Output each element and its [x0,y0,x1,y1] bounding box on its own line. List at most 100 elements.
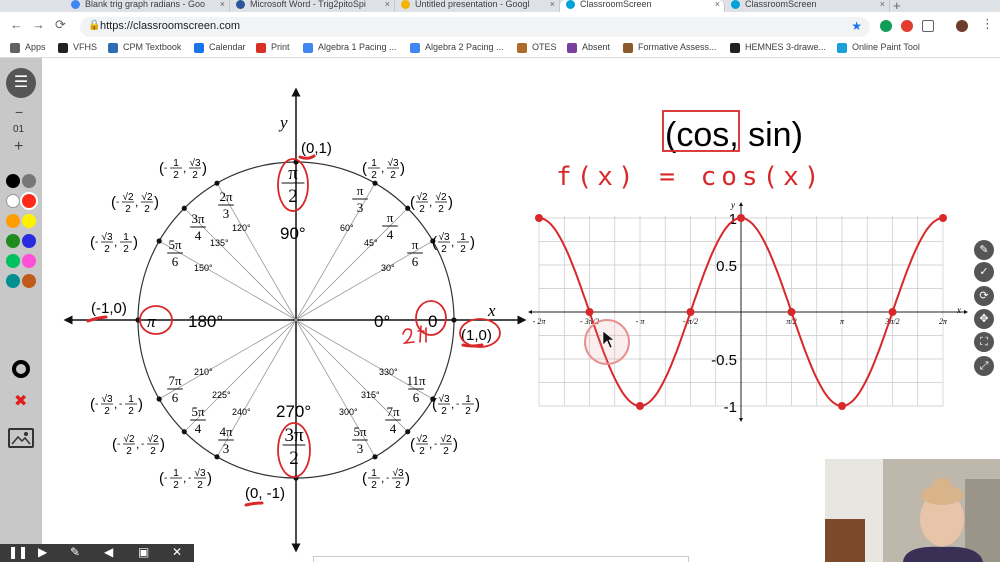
numerator: √3 [392,467,403,479]
graph-x-axis-label: x [956,305,961,315]
point-0-neg1-label: (0, -1) [245,485,285,502]
bookmark-cpm-textbook[interactable]: CPM Textbook [108,42,181,53]
address-bar[interactable]: 🔒 https://classroomscreen.com ★ [80,17,870,37]
tab-classroomscreen[interactable]: ClassroomScreen × [725,0,890,12]
radian-denominator: 2 [289,448,299,469]
close-tab-icon[interactable]: × [880,0,885,9]
back-arrow-icon[interactable]: ← [10,17,23,32]
fullscreen-tool-icon[interactable]: ⛶ [974,332,994,352]
angle-point-315 [405,429,411,435]
color-swatch-white[interactable] [6,194,20,208]
x-tick-label: 2π [939,317,948,326]
bookmark-formative[interactable]: Formative Assess... [623,42,717,53]
extension-green-icon[interactable] [880,20,892,32]
color-swatch-orange[interactable] [6,214,20,228]
color-swatch-green[interactable] [6,234,20,248]
bookmark-calendar[interactable]: Calendar [194,42,246,53]
curve-point [838,402,846,410]
radian-denominator: 2 [288,186,298,207]
radian-label-6: 5π6 [167,237,183,269]
paren: ) [207,470,212,487]
bookmark-apps[interactable]: Apps [10,42,46,53]
x-tick-label: - 2π [533,317,547,326]
draw-icon[interactable]: ✎ [70,545,80,559]
cpm-icon [108,43,118,53]
radian-numerator: π [387,210,394,225]
bookmark-algebra-2[interactable]: Algebra 2 Pacing ... [410,42,504,53]
pause-icon[interactable]: ❚❚ [8,545,28,559]
bookmark-star-icon[interactable]: ★ [851,19,862,33]
color-swatch-yellow[interactable] [22,214,36,228]
forward-arrow-icon[interactable]: → [32,17,45,32]
close-tab-icon[interactable]: × [715,0,720,9]
page-previous-button[interactable]: − [15,104,23,120]
color-swatch-teal-green[interactable] [6,254,20,268]
cosine-graph: x y - 2π - 3π/2- π- π/2 π/2 π 3π/2 2π 10.5-0.… [528,200,968,422]
sign: - [456,399,459,410]
close-tab-icon[interactable]: × [220,0,225,9]
denominator: 2 [441,244,447,255]
menu-button[interactable]: ☰ [6,68,36,98]
profile-avatar[interactable] [956,20,968,32]
tab-microsoft-word[interactable]: Microsoft Word - Trig2pitoSpi × [230,0,395,12]
absent-icon [567,43,577,53]
sign: - [95,237,98,248]
angle-90-label: 90° [280,224,306,243]
paren: ) [154,194,159,211]
bookmark-otes[interactable]: OTES [517,42,557,53]
bookmark-algebra-1[interactable]: Algebra 1 Pacing ... [303,42,397,53]
numerator: √3 [194,467,205,479]
color-swatch-black[interactable] [6,174,20,188]
fill-tool-icon[interactable]: ✎ [974,240,994,260]
close-tab-icon[interactable]: × [385,0,390,9]
angle-point-150 [156,238,162,244]
color-swatch-red[interactable] [22,194,36,208]
move-tool-icon[interactable]: ✥ [974,309,994,329]
sound-icon[interactable]: ◀ [104,545,113,559]
formative-icon [623,43,633,53]
paren: ( [410,436,415,453]
sign: - [164,163,167,174]
extension-red-icon[interactable] [901,20,913,32]
document-icon [303,43,313,53]
angle-45-label: 45° [364,238,378,248]
color-swatch-teal[interactable] [6,274,20,288]
denominator: 2 [173,480,179,491]
radian-numerator: 4π [219,424,233,439]
color-swatch-pink[interactable] [22,254,36,268]
play-icon[interactable]: ▶ [38,545,47,559]
bookmark-print[interactable]: Print [256,42,290,53]
tab-classroomscreen-active[interactable]: ClassroomScreen × [560,0,725,12]
clear-canvas-icon[interactable]: ✖ [14,391,27,411]
page-add-button[interactable]: + [14,138,23,156]
screen-icon[interactable]: ▣ [138,545,149,559]
bookmark-hemnes[interactable]: HEMNES 3-drawe... [730,42,826,53]
pen-size-icon[interactable] [12,360,30,378]
tab-presentation[interactable]: Untitled presentation - Googl × [395,0,560,12]
denominator: 2 [126,446,132,457]
expand-tool-icon[interactable]: ⤢ [974,356,994,376]
color-swatch-gray[interactable] [22,174,36,188]
denominator: 2 [465,406,471,417]
sign: - [141,439,144,450]
radian-denominator: 4 [387,227,394,242]
reload-icon[interactable]: ⟳ [55,17,66,33]
bookmark-absent[interactable]: Absent [567,42,610,53]
extension-screenshot-icon[interactable] [922,20,934,32]
bookmark-paint-tool[interactable]: Online Paint Tool [837,42,920,53]
close-tab-icon[interactable]: × [550,0,555,9]
tab-trig-graph[interactable]: Blank trig graph radians - Goo × [65,0,230,12]
refresh-tool-icon[interactable]: ⟳ [974,286,994,306]
denominator: 2 [390,170,396,181]
radian-label-5: 3π4 [190,211,206,243]
browser-menu-icon[interactable]: ⋮ [981,16,994,32]
image-upload-icon[interactable] [8,428,34,448]
color-swatch-brown[interactable] [22,274,36,288]
radian-label-8: 5π4 [190,404,206,436]
bookmark-vfhs[interactable]: VFHS [58,42,97,53]
numerator: 1 [173,468,179,479]
angle-point-240 [214,454,220,460]
close-icon[interactable]: ✕ [172,545,182,559]
pen-tool-icon[interactable]: ✓ [974,262,994,282]
color-swatch-blue[interactable] [22,234,36,248]
